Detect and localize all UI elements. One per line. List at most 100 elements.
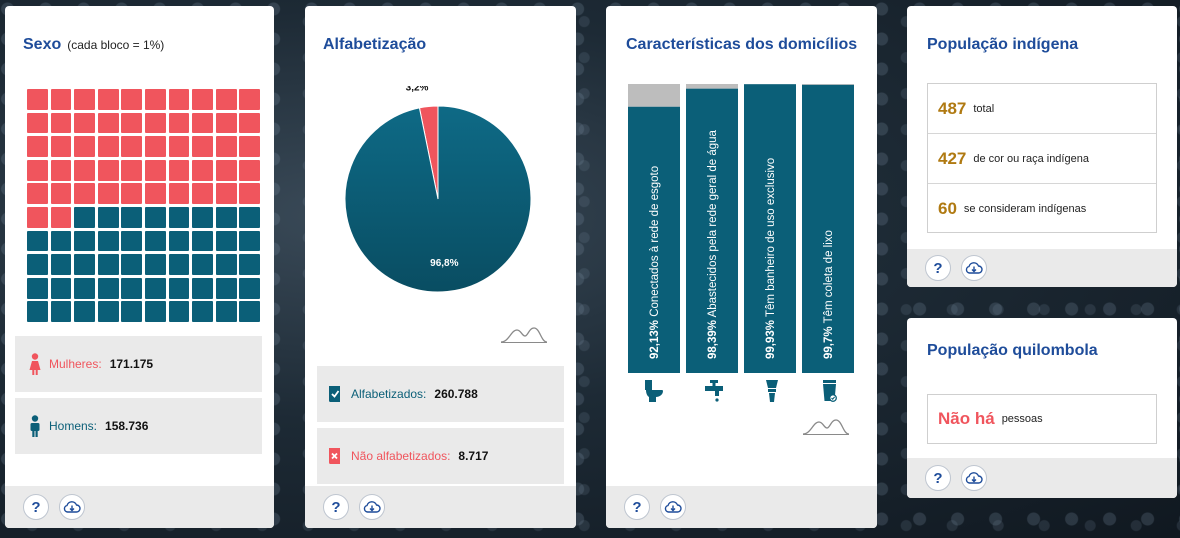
alfabetizacao-card: Alfabetização 3,2% 96,8% Alfabetizados: 2… bbox=[305, 6, 576, 528]
waffle-block-male bbox=[215, 277, 237, 299]
mulheres-value: 171.175 bbox=[109, 357, 154, 371]
waffle-block-male bbox=[144, 206, 166, 228]
sexo-title: Sexo (cada bloco = 1%) bbox=[23, 36, 164, 54]
download-button[interactable] bbox=[359, 494, 385, 520]
legend-nao-alfabetizados: Não alfabetizados: 8.717 bbox=[317, 428, 564, 484]
distribution-curve-icon bbox=[802, 419, 850, 435]
waffle-block-male bbox=[192, 301, 213, 323]
indigena-total-text: total bbox=[973, 102, 995, 115]
waffle-block-female bbox=[168, 159, 190, 181]
waffle-block-female bbox=[50, 136, 72, 157]
domicilios-card: Características dos domicílios 92,13% Co… bbox=[606, 6, 877, 528]
alfabetizados-value: 260.788 bbox=[434, 387, 478, 401]
indigena-total-number: 487 bbox=[938, 98, 967, 118]
bar-value-label: 99,7% bbox=[823, 326, 835, 359]
legend-alfabetizados: Alfabetizados: 260.788 bbox=[317, 366, 564, 422]
waffle-block-male bbox=[27, 230, 48, 252]
bar-value-label: 99,93% bbox=[765, 320, 777, 359]
waffle-block-female bbox=[50, 183, 72, 205]
bar-value-label: 92,13% bbox=[649, 320, 661, 359]
help-icon: ? bbox=[632, 498, 642, 516]
help-button[interactable]: ? bbox=[925, 465, 951, 491]
domicilios-bar-chart: 92,13% Conectados à rede de esgoto 98,39%… bbox=[628, 84, 854, 374]
waffle-block-female bbox=[97, 112, 119, 134]
male-icon bbox=[30, 415, 40, 437]
waffle-block-female bbox=[27, 89, 48, 110]
waffle-block-male bbox=[192, 206, 213, 228]
download-button[interactable] bbox=[660, 494, 686, 520]
waffle-block-female bbox=[168, 183, 190, 205]
waffle-block-male bbox=[121, 301, 143, 323]
waffle-block-male bbox=[27, 254, 48, 275]
waffle-block-female bbox=[97, 159, 119, 181]
indigena-row-total: 487 total bbox=[928, 84, 1156, 134]
waffle-block-male bbox=[144, 230, 166, 252]
bar-remainder bbox=[628, 84, 680, 107]
waffle-block-female bbox=[144, 159, 166, 181]
waffle-block-female bbox=[239, 112, 261, 134]
download-button[interactable] bbox=[961, 465, 987, 491]
mulheres-label: Mulheres: bbox=[49, 357, 102, 371]
distribution-curve-icon bbox=[500, 327, 548, 343]
waffle-block-female bbox=[74, 89, 95, 110]
waffle-block-male bbox=[239, 206, 261, 228]
waffle-block-female bbox=[121, 136, 143, 157]
waffle-block-male bbox=[144, 254, 166, 275]
waffle-block-male bbox=[97, 206, 119, 228]
waffle-block-male bbox=[27, 301, 48, 323]
waffle-block-male bbox=[97, 254, 119, 275]
help-icon: ? bbox=[31, 498, 41, 516]
bar-label: 99,93% Têm banheiro de uso exclusivo bbox=[765, 158, 777, 359]
waffle-block-male bbox=[192, 254, 213, 275]
waffle-block-female bbox=[74, 159, 95, 181]
waffle-block-female bbox=[168, 89, 190, 110]
waffle-block-male bbox=[50, 254, 72, 275]
waffle-block-male bbox=[168, 206, 190, 228]
download-button[interactable] bbox=[961, 255, 987, 281]
help-icon: ? bbox=[933, 259, 943, 277]
waffle-block-male bbox=[239, 254, 261, 275]
waffle-block-male bbox=[215, 254, 237, 275]
quilombola-number: Não há bbox=[938, 409, 995, 428]
cloud-download-icon bbox=[965, 262, 983, 274]
sexo-footer: ? bbox=[5, 486, 274, 528]
indigena-stats: 487 total 427 de cor ou raça indígena 60… bbox=[927, 83, 1157, 233]
waffle-block-female bbox=[121, 89, 143, 110]
indigena-consideram-number: 60 bbox=[938, 199, 957, 218]
bar-label: 98,39% Abastecidos pela rede geral de ág… bbox=[707, 129, 719, 359]
help-button[interactable]: ? bbox=[323, 494, 349, 520]
help-button[interactable]: ? bbox=[624, 494, 650, 520]
waffle-block-female bbox=[239, 136, 261, 157]
waffle-block-male bbox=[215, 230, 237, 252]
pie-label-alfabetizados: 96,8% bbox=[430, 258, 458, 269]
quilombola-stats: Não há pessoas bbox=[927, 394, 1157, 444]
help-icon: ? bbox=[933, 469, 943, 487]
waffle-block-male bbox=[192, 230, 213, 252]
waffle-block-female bbox=[215, 136, 237, 157]
waffle-block-female bbox=[192, 159, 213, 181]
waffle-block-female bbox=[239, 183, 261, 205]
bar-category-label: Têm banheiro de uso exclusivo bbox=[765, 158, 777, 320]
waffle-block-male bbox=[168, 230, 190, 252]
help-button[interactable]: ? bbox=[925, 255, 951, 281]
waffle-block-female bbox=[121, 112, 143, 134]
bar-remainder bbox=[686, 84, 738, 89]
waffle-block-male bbox=[97, 230, 119, 252]
bar-label: 99,7% Têm coleta de lixo bbox=[823, 230, 835, 359]
bar-category-label: Têm coleta de lixo bbox=[823, 230, 835, 326]
help-icon: ? bbox=[331, 498, 341, 516]
waffle-block-female bbox=[27, 112, 48, 134]
help-button[interactable]: ? bbox=[23, 494, 49, 520]
sexo-title-text: Sexo bbox=[23, 36, 62, 53]
waffle-block-male bbox=[97, 301, 119, 323]
indigena-title: População indígena bbox=[927, 36, 1079, 53]
waffle-block-female bbox=[239, 159, 261, 181]
waffle-block-female bbox=[144, 136, 166, 157]
waffle-block-male bbox=[121, 277, 143, 299]
waffle-block-male bbox=[121, 230, 143, 252]
bar-category-label: Conectados à rede de esgoto bbox=[649, 166, 661, 320]
waffle-block-male bbox=[74, 230, 95, 252]
waffle-block-male bbox=[50, 230, 72, 252]
sexo-waffle-chart bbox=[27, 89, 261, 323]
download-button[interactable] bbox=[59, 494, 85, 520]
